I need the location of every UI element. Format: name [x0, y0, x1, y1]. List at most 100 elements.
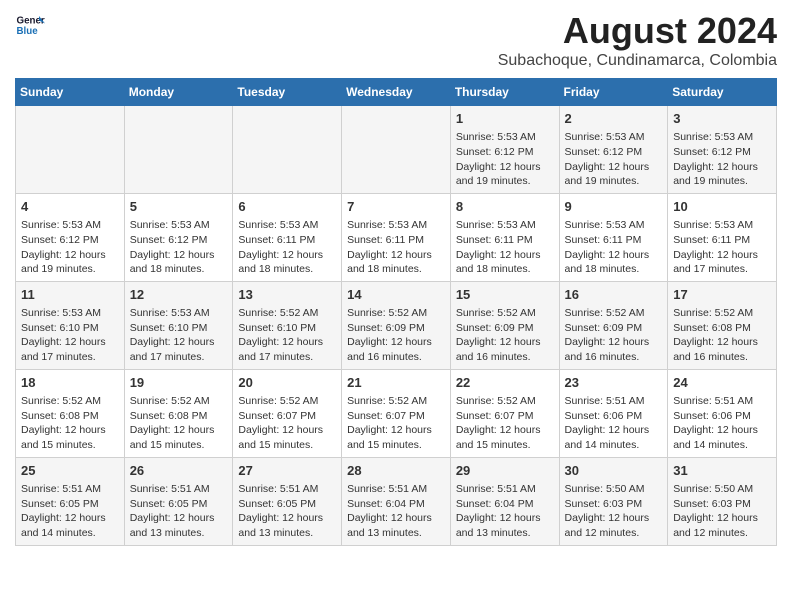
logo-icon: General Blue — [15, 10, 45, 40]
cell-text: Sunset: 6:08 PM — [673, 321, 771, 336]
cell-text: Sunset: 6:09 PM — [347, 321, 445, 336]
cell-text: and 14 minutes. — [673, 438, 771, 453]
calendar-cell: 13Sunrise: 5:52 AMSunset: 6:10 PMDayligh… — [233, 281, 342, 369]
header-cell-friday: Friday — [559, 79, 668, 106]
cell-text: Sunrise: 5:53 AM — [130, 306, 228, 321]
cell-text: and 15 minutes. — [456, 438, 554, 453]
calendar-cell: 4Sunrise: 5:53 AMSunset: 6:12 PMDaylight… — [16, 193, 125, 281]
day-number: 16 — [565, 286, 663, 304]
calendar-cell — [342, 106, 451, 194]
cell-text: Daylight: 12 hours — [565, 511, 663, 526]
cell-text: Daylight: 12 hours — [238, 248, 336, 263]
main-title: August 2024 — [498, 10, 777, 52]
calendar-cell: 30Sunrise: 5:50 AMSunset: 6:03 PMDayligh… — [559, 457, 668, 545]
header-cell-thursday: Thursday — [450, 79, 559, 106]
calendar-cell: 23Sunrise: 5:51 AMSunset: 6:06 PMDayligh… — [559, 369, 668, 457]
cell-text: Daylight: 12 hours — [673, 160, 771, 175]
cell-text: Sunrise: 5:53 AM — [673, 130, 771, 145]
cell-text: and 16 minutes. — [673, 350, 771, 365]
cell-text: Sunset: 6:07 PM — [347, 409, 445, 424]
svg-text:Blue: Blue — [17, 26, 39, 37]
day-number: 28 — [347, 462, 445, 480]
cell-text: Sunset: 6:03 PM — [565, 497, 663, 512]
day-number: 30 — [565, 462, 663, 480]
cell-text: Daylight: 12 hours — [21, 248, 119, 263]
cell-text: and 19 minutes. — [673, 174, 771, 189]
day-number: 13 — [238, 286, 336, 304]
header-cell-tuesday: Tuesday — [233, 79, 342, 106]
day-number: 29 — [456, 462, 554, 480]
day-number: 11 — [21, 286, 119, 304]
calendar-cell: 8Sunrise: 5:53 AMSunset: 6:11 PMDaylight… — [450, 193, 559, 281]
cell-text: and 17 minutes. — [21, 350, 119, 365]
cell-text: Sunrise: 5:52 AM — [673, 306, 771, 321]
cell-text: Sunset: 6:09 PM — [456, 321, 554, 336]
calendar-cell: 20Sunrise: 5:52 AMSunset: 6:07 PMDayligh… — [233, 369, 342, 457]
cell-text: Sunset: 6:10 PM — [21, 321, 119, 336]
cell-text: Sunrise: 5:52 AM — [456, 394, 554, 409]
header-row: SundayMondayTuesdayWednesdayThursdayFrid… — [16, 79, 777, 106]
cell-text: Daylight: 12 hours — [238, 511, 336, 526]
day-number: 14 — [347, 286, 445, 304]
cell-text: Sunset: 6:11 PM — [347, 233, 445, 248]
cell-text: Daylight: 12 hours — [456, 423, 554, 438]
cell-text: Sunrise: 5:52 AM — [238, 394, 336, 409]
calendar-cell: 18Sunrise: 5:52 AMSunset: 6:08 PMDayligh… — [16, 369, 125, 457]
day-number: 7 — [347, 198, 445, 216]
calendar-cell: 11Sunrise: 5:53 AMSunset: 6:10 PMDayligh… — [16, 281, 125, 369]
calendar-cell: 3Sunrise: 5:53 AMSunset: 6:12 PMDaylight… — [668, 106, 777, 194]
day-number: 8 — [456, 198, 554, 216]
week-row-2: 4Sunrise: 5:53 AMSunset: 6:12 PMDaylight… — [16, 193, 777, 281]
cell-text: Sunset: 6:12 PM — [565, 145, 663, 160]
calendar-cell: 25 Sunrise: 5:51 AMSunset: 6:05 PMDayligh… — [16, 457, 125, 545]
cell-text: Sunrise: 5:52 AM — [347, 306, 445, 321]
cell-text: Daylight: 12 hours — [565, 335, 663, 350]
calendar-cell: 14Sunrise: 5:52 AMSunset: 6:09 PMDayligh… — [342, 281, 451, 369]
cell-text: Daylight: 12 hours — [456, 511, 554, 526]
day-number: 12 — [130, 286, 228, 304]
day-number: 23 — [565, 374, 663, 392]
calendar-cell: 9Sunrise: 5:53 AMSunset: 6:11 PMDaylight… — [559, 193, 668, 281]
day-number: 18 — [21, 374, 119, 392]
day-number: 15 — [456, 286, 554, 304]
calendar-cell — [233, 106, 342, 194]
day-number: 10 — [673, 198, 771, 216]
day-number: 25 — [21, 462, 119, 480]
cell-text: Sunset: 6:11 PM — [565, 233, 663, 248]
cell-text: Sunrise: 5:51 AM — [21, 482, 119, 497]
cell-text: Daylight: 12 hours — [130, 423, 228, 438]
calendar-table: SundayMondayTuesdayWednesdayThursdayFrid… — [15, 78, 777, 546]
calendar-cell: 5Sunrise: 5:53 AMSunset: 6:12 PMDaylight… — [124, 193, 233, 281]
cell-text: Sunrise: 5:52 AM — [565, 306, 663, 321]
cell-text: and 18 minutes. — [456, 262, 554, 277]
cell-text: Daylight: 12 hours — [565, 423, 663, 438]
calendar-cell: 24Sunrise: 5:51 AMSunset: 6:06 PMDayligh… — [668, 369, 777, 457]
cell-text: Sunset: 6:05 PM — [21, 497, 119, 512]
cell-text: and 19 minutes. — [456, 174, 554, 189]
day-number: 4 — [21, 198, 119, 216]
day-number: 3 — [673, 110, 771, 128]
calendar-cell: 19Sunrise: 5:52 AMSunset: 6:08 PMDayligh… — [124, 369, 233, 457]
subtitle: Subachoque, Cundinamarca, Colombia — [498, 52, 777, 70]
cell-text: Daylight: 12 hours — [456, 335, 554, 350]
cell-text: and 15 minutes. — [130, 438, 228, 453]
cell-text: and 19 minutes. — [21, 262, 119, 277]
cell-text: and 13 minutes. — [456, 526, 554, 541]
calendar-cell: 16Sunrise: 5:52 AMSunset: 6:09 PMDayligh… — [559, 281, 668, 369]
day-number: 5 — [130, 198, 228, 216]
day-number: 2 — [565, 110, 663, 128]
cell-text: Daylight: 12 hours — [21, 511, 119, 526]
cell-text: Sunrise: 5:53 AM — [21, 218, 119, 233]
day-number: 26 — [130, 462, 228, 480]
cell-text: Sunrise: 5:51 AM — [238, 482, 336, 497]
cell-text: Daylight: 12 hours — [130, 335, 228, 350]
cell-text: Daylight: 12 hours — [347, 511, 445, 526]
cell-text: Sunset: 6:08 PM — [21, 409, 119, 424]
cell-text: Sunrise: 5:51 AM — [565, 394, 663, 409]
cell-text: Sunrise: 5:51 AM — [130, 482, 228, 497]
day-number: 6 — [238, 198, 336, 216]
cell-text: and 14 minutes. — [565, 438, 663, 453]
calendar-cell: 29Sunrise: 5:51 AMSunset: 6:04 PMDayligh… — [450, 457, 559, 545]
cell-text: Daylight: 12 hours — [673, 423, 771, 438]
cell-text: Sunrise: 5:52 AM — [238, 306, 336, 321]
